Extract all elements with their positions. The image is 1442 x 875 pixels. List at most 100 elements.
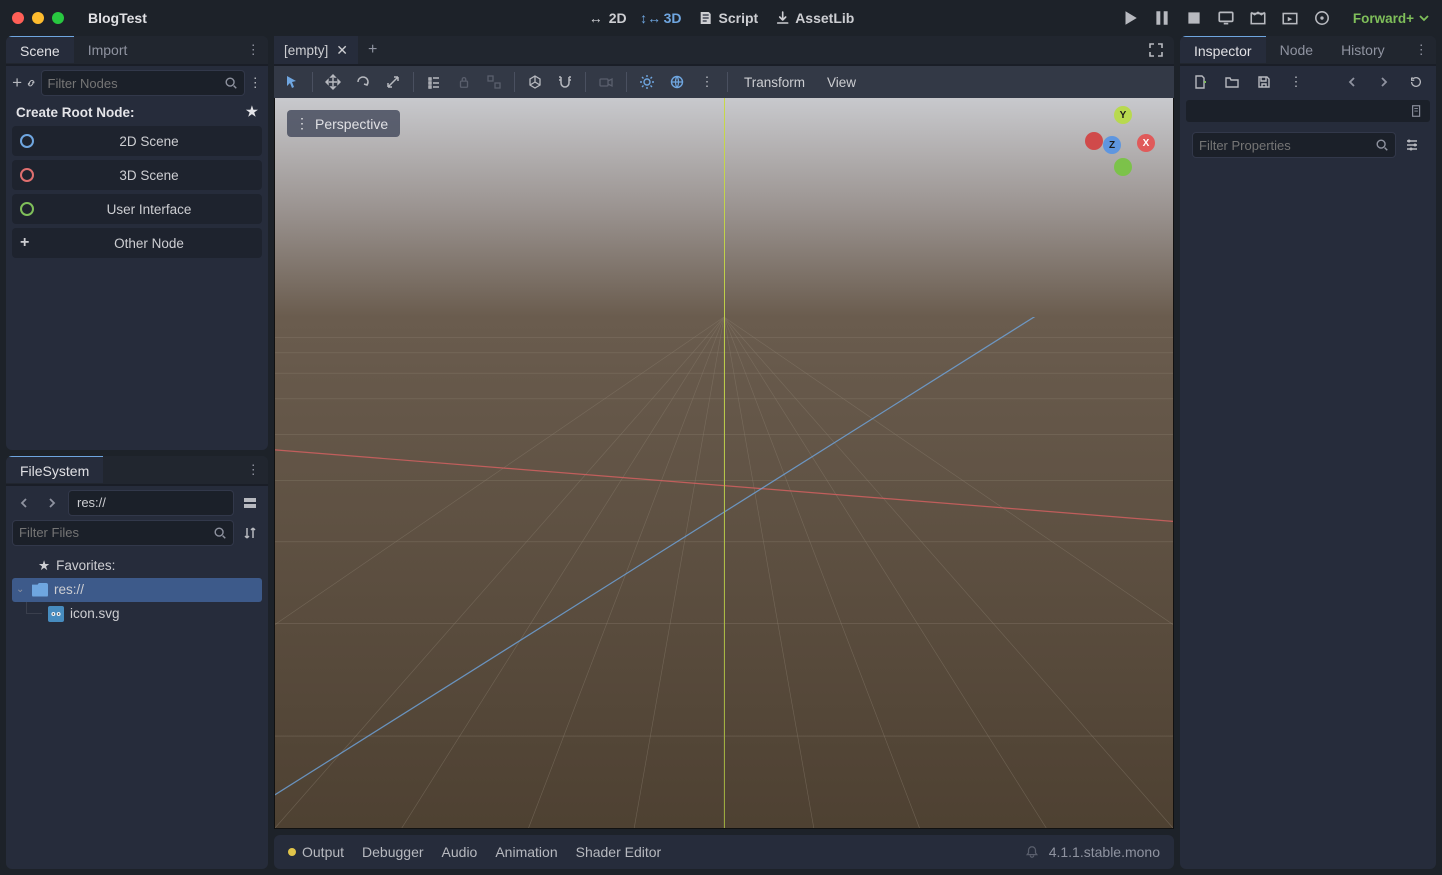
environment-preview-tool[interactable]	[663, 68, 691, 96]
save-resource-button[interactable]	[1252, 70, 1276, 94]
sun-preview-tool[interactable]	[633, 68, 661, 96]
animation-panel-button[interactable]: Animation	[495, 844, 557, 860]
preview-options-tool[interactable]: ⋮	[693, 68, 721, 96]
shader-editor-panel-button[interactable]: Shader Editor	[576, 844, 662, 860]
3d-viewport[interactable]: ⋮ Perspective	[274, 98, 1174, 829]
root-2d-label: 2D Scene	[44, 134, 254, 149]
play-custom-scene-icon[interactable]	[1313, 9, 1331, 27]
close-tab-icon[interactable]: ✕	[336, 42, 348, 59]
scene-extra-menu-icon[interactable]: ⋮	[249, 71, 263, 95]
notification-bell-icon[interactable]	[1025, 845, 1039, 859]
root-other-node[interactable]: + Other Node	[12, 228, 262, 258]
move-tool[interactable]	[319, 68, 347, 96]
file-row-icon-svg[interactable]: icon.svg	[12, 602, 262, 626]
fs-path-input[interactable]: res://	[68, 490, 234, 516]
stop-button[interactable]	[1185, 9, 1203, 27]
lock-icon	[457, 75, 471, 89]
fs-back-button[interactable]	[12, 491, 36, 515]
history-menu-button[interactable]	[1404, 70, 1428, 94]
3d-icon: ↕↔	[643, 10, 659, 26]
history-back-button[interactable]	[1340, 70, 1364, 94]
scene-panel-menu-icon[interactable]: ⋮	[239, 42, 269, 58]
snap-options-tool[interactable]	[551, 68, 579, 96]
view-menu[interactable]: View	[817, 75, 866, 90]
group-tool[interactable]	[480, 68, 508, 96]
instantiate-scene-button[interactable]	[26, 71, 36, 95]
gizmo-y-pos[interactable]: Y	[1114, 106, 1132, 124]
remote-debug-icon[interactable]	[1217, 9, 1235, 27]
snap-tool[interactable]	[521, 68, 549, 96]
fs-forward-button[interactable]	[40, 491, 64, 515]
history-forward-button[interactable]	[1372, 70, 1396, 94]
gizmo-x-neg[interactable]	[1085, 132, 1103, 150]
favorites-row[interactable]: ★ Favorites:	[12, 554, 262, 578]
perspective-badge[interactable]: ⋮ Perspective	[287, 110, 400, 137]
scene-filter-input[interactable]	[48, 76, 224, 91]
mode-2d-label: 2D	[609, 10, 627, 26]
inspector-extra-menu-icon[interactable]: ⋮	[1284, 70, 1308, 94]
rotate-tool[interactable]	[349, 68, 377, 96]
play-scene-icon[interactable]	[1281, 9, 1299, 27]
favorite-star-icon[interactable]: ★	[246, 104, 258, 120]
root-3d-scene[interactable]: 3D Scene	[12, 160, 262, 190]
expand-toggle-icon[interactable]: ⌄	[16, 584, 26, 595]
gizmo-x-pos[interactable]: X	[1137, 134, 1155, 152]
fs-sort-button[interactable]	[238, 521, 262, 545]
transform-menu[interactable]: Transform	[734, 75, 815, 90]
2d-icon: ↔	[588, 10, 604, 26]
mode-3d-button[interactable]: ↕↔ 3D	[643, 10, 682, 26]
inspector-panel-menu-icon[interactable]: ⋮	[1407, 42, 1437, 58]
add-node-button[interactable]: +	[12, 71, 22, 95]
lock-tool[interactable]	[450, 68, 478, 96]
object-list-tool[interactable]	[420, 68, 448, 96]
mode-2d-button[interactable]: ↔ 2D	[588, 10, 627, 26]
scene-toolbar: + ⋮	[6, 66, 268, 100]
maximize-window-button[interactable]	[52, 12, 64, 24]
root-2d-scene[interactable]: 2D Scene	[12, 126, 262, 156]
playback-controls: Forward+	[1121, 9, 1430, 27]
audio-panel-button[interactable]: Audio	[442, 844, 478, 860]
filesystem-panel-menu-icon[interactable]: ⋮	[239, 462, 269, 478]
gizmo-z-pos[interactable]: Z	[1103, 136, 1121, 154]
select-tool[interactable]	[278, 68, 306, 96]
minimize-window-button[interactable]	[32, 12, 44, 24]
distraction-free-button[interactable]	[1138, 42, 1174, 58]
res-root-row[interactable]: ⌄ res://	[12, 578, 262, 602]
mode-assetlib-button[interactable]: AssetLib	[774, 10, 854, 26]
scene-filter-search[interactable]	[41, 70, 245, 96]
camera-preview-tool[interactable]	[592, 68, 620, 96]
inspector-settings-button[interactable]	[1400, 133, 1424, 157]
orientation-gizmo[interactable]: Y X Z	[1085, 106, 1161, 182]
tab-filesystem[interactable]: FileSystem	[6, 456, 103, 483]
inspector-filter-search[interactable]	[1192, 132, 1396, 158]
gizmo-y-neg[interactable]	[1114, 158, 1132, 176]
load-resource-button[interactable]	[1220, 70, 1244, 94]
scene-panel-tabs: Scene Import ⋮	[6, 36, 268, 66]
scale-tool[interactable]	[379, 68, 407, 96]
tab-node[interactable]: Node	[1266, 36, 1327, 64]
tab-scene[interactable]: Scene	[6, 36, 74, 63]
output-panel-button[interactable]: Output	[288, 844, 344, 860]
debugger-panel-button[interactable]: Debugger	[362, 844, 424, 860]
add-scene-tab-button[interactable]: +	[358, 41, 387, 59]
inspector-resource-path[interactable]	[1186, 100, 1430, 122]
scene-tab-empty[interactable]: [empty] ✕	[274, 36, 358, 64]
tab-inspector[interactable]: Inspector	[1180, 36, 1266, 63]
scene-tabs-bar: [empty] ✕ +	[274, 36, 1174, 66]
root-user-interface[interactable]: User Interface	[12, 194, 262, 224]
project-title: BlogTest	[88, 10, 147, 26]
node3d-icon	[20, 168, 34, 182]
close-window-button[interactable]	[12, 12, 24, 24]
new-resource-button[interactable]	[1188, 70, 1212, 94]
fs-split-mode-button[interactable]	[238, 491, 262, 515]
tab-import[interactable]: Import	[74, 36, 142, 64]
tab-history[interactable]: History	[1327, 36, 1399, 64]
pause-button[interactable]	[1153, 9, 1171, 27]
renderer-dropdown[interactable]: Forward+	[1353, 11, 1430, 26]
fs-filter-search[interactable]	[12, 520, 234, 546]
mode-script-button[interactable]: Script	[698, 10, 759, 26]
play-button[interactable]	[1121, 9, 1139, 27]
movie-maker-icon[interactable]	[1249, 9, 1267, 27]
inspector-filter-input[interactable]	[1199, 138, 1375, 153]
fs-filter-input[interactable]	[19, 525, 213, 540]
